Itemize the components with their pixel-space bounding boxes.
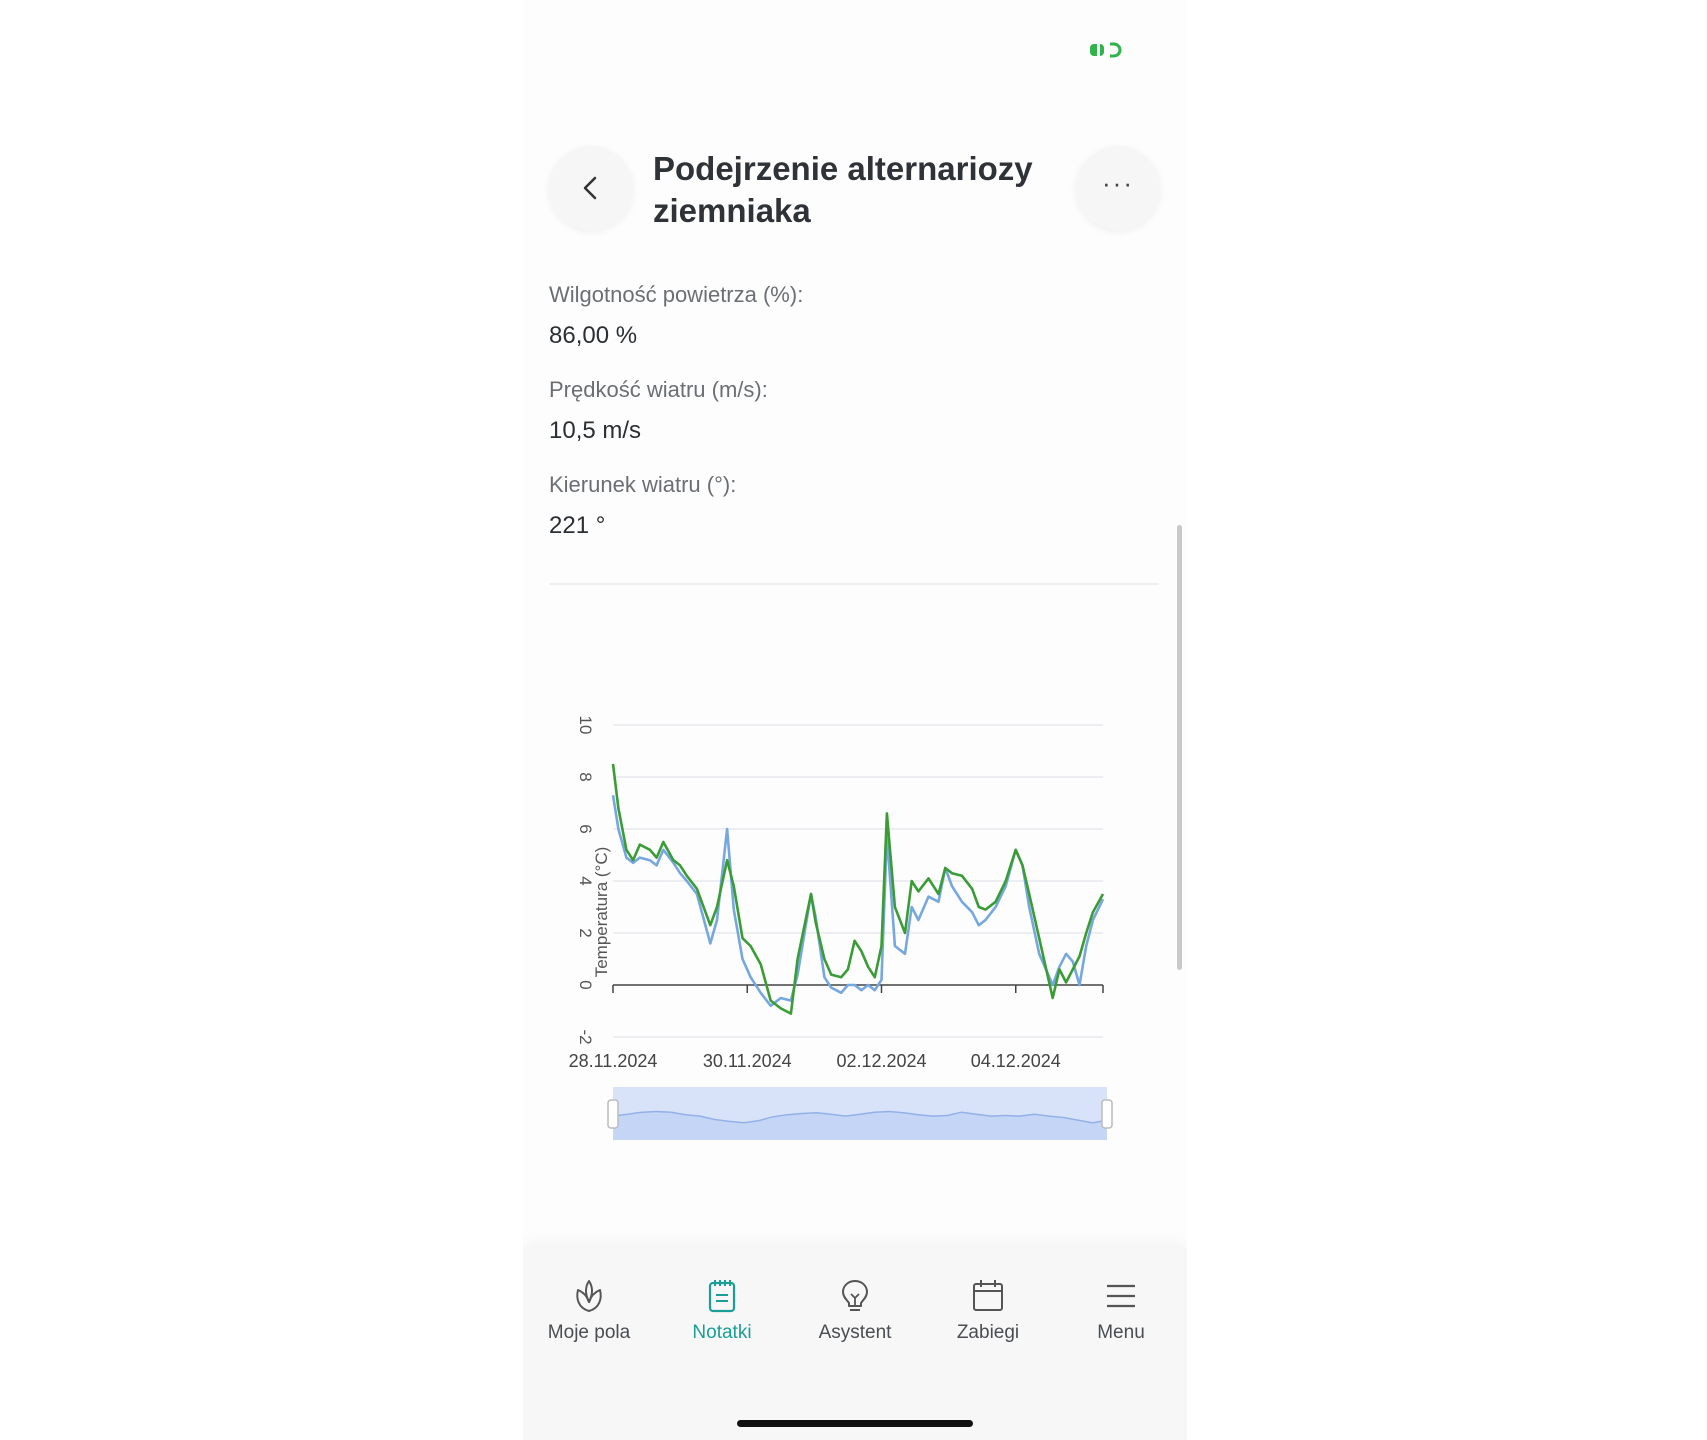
nav-item-menu[interactable]: Menu: [1055, 1278, 1187, 1344]
range-navigator[interactable]: [607, 1087, 1113, 1140]
temperature-chart: -20246810 Temperatura (°C) 28.11.2024 30.…: [569, 716, 1113, 1140]
series-line: [611, 763, 1105, 1015]
wind-direction-value: 221 °: [549, 512, 606, 539]
humidity-value: 86,00 %: [549, 322, 638, 349]
x-tick-label: 02.12.2024: [836, 1051, 926, 1071]
page-title: Podejrzenie alternariozy ziemniaka: [653, 150, 1033, 229]
navigator-handle-right[interactable]: [1101, 1099, 1113, 1129]
chevron-left-icon: [583, 176, 597, 200]
y-tick-label: 0: [576, 980, 595, 989]
back-button[interactable]: [549, 146, 633, 230]
wind-direction-label: Kierunek wiatru (°):: [549, 472, 737, 497]
wind-direction-detail: Kierunek wiatru (°): 221 °: [549, 472, 736, 540]
more-horizontal-icon: ···: [1102, 168, 1134, 198]
nav-label: Menu: [1097, 1322, 1145, 1343]
humidity-detail: Wilgotność powietrza (%): 86,00 %: [549, 282, 803, 350]
y-tick-label: -2: [576, 1029, 595, 1044]
section-divider: [549, 583, 1159, 585]
y-tick-label: 8: [576, 772, 595, 781]
wind-speed-label: Prędkość wiatru (m/s):: [549, 377, 768, 402]
calendar-icon: [973, 1280, 1003, 1311]
nav-item-zabiegi[interactable]: Zabiegi: [922, 1278, 1054, 1344]
more-options-button[interactable]: ···: [1076, 146, 1160, 230]
nav-item-asystent[interactable]: Asystent: [789, 1278, 921, 1344]
phone-screen: Podejrzenie alternariozy ziemniaka ··· W…: [523, 0, 1187, 1440]
bottom-navigation: Moje pola Notatki Asystent Zabiegi Menu: [523, 1248, 1187, 1440]
humidity-label: Wilgotność powietrza (%):: [549, 282, 804, 307]
navigator-area: [613, 1111, 1107, 1140]
nav-item-moje-pola[interactable]: Moje pola: [523, 1278, 655, 1344]
y-tick-label: 10: [576, 716, 595, 735]
nav-label: Notatki: [692, 1322, 752, 1343]
x-tick-label: 30.11.2024: [703, 1051, 792, 1071]
wind-speed-detail: Prędkość wiatru (m/s): 10,5 m/s: [549, 377, 768, 445]
page-header: Podejrzenie alternariozy ziemniaka ···: [523, 140, 1187, 250]
lightbulb-icon: [842, 1280, 868, 1311]
plant-icon: [576, 1280, 602, 1312]
battery-status-icon: [1088, 42, 1124, 63]
y-axis-label: Temperatura (°C): [592, 847, 611, 978]
hamburger-menu-icon: [1107, 1284, 1135, 1308]
nav-label: Zabiegi: [956, 1322, 1020, 1343]
nav-item-notatki[interactable]: Notatki: [656, 1278, 788, 1344]
y-tick-label: 6: [576, 824, 595, 833]
home-indicator: [737, 1420, 973, 1427]
x-tick-label: 28.11.2024: [569, 1051, 658, 1071]
nav-label: Moje pola: [547, 1322, 631, 1343]
navigator-handle-left[interactable]: [607, 1099, 619, 1129]
nav-label: Asystent: [818, 1322, 892, 1343]
notepad-icon: [708, 1280, 736, 1313]
x-tick-label: 04.12.2024: [971, 1051, 1061, 1071]
wind-speed-value: 10,5 m/s: [549, 417, 642, 444]
